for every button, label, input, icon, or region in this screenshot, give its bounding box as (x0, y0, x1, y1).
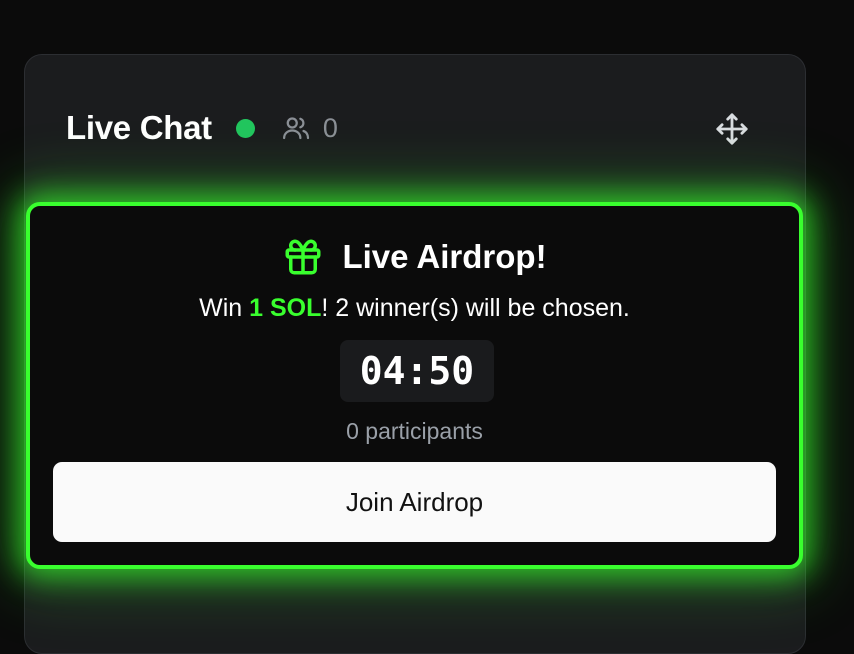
airdrop-title: Live Airdrop! (342, 238, 547, 275)
online-status-dot (235, 118, 255, 138)
participant-count: 0 participants (346, 418, 483, 444)
chat-title: Live Chat (66, 109, 212, 146)
countdown-timer: 04:50 (340, 340, 494, 402)
subtitle-suffix: ! 2 winner(s) will be chosen. (321, 294, 630, 322)
users-icon (282, 117, 309, 140)
online-user-count: 0 (322, 112, 338, 143)
airdrop-subtitle: Win 1 SOL! 2 winner(s) will be chosen. (30, 294, 799, 323)
airdrop-card: Live Airdrop! Win 1 SOL! 2 winner(s) wil… (26, 202, 803, 569)
join-airdrop-button[interactable]: Join Airdrop (53, 462, 776, 542)
chat-header: Live Chat 0 (66, 106, 338, 150)
airdrop-title-row: Live Airdrop! (30, 236, 799, 278)
move-icon[interactable] (715, 112, 749, 146)
gift-icon (285, 239, 321, 275)
subtitle-prefix: Win (199, 294, 250, 322)
prize-amount: 1 SOL (249, 294, 322, 322)
